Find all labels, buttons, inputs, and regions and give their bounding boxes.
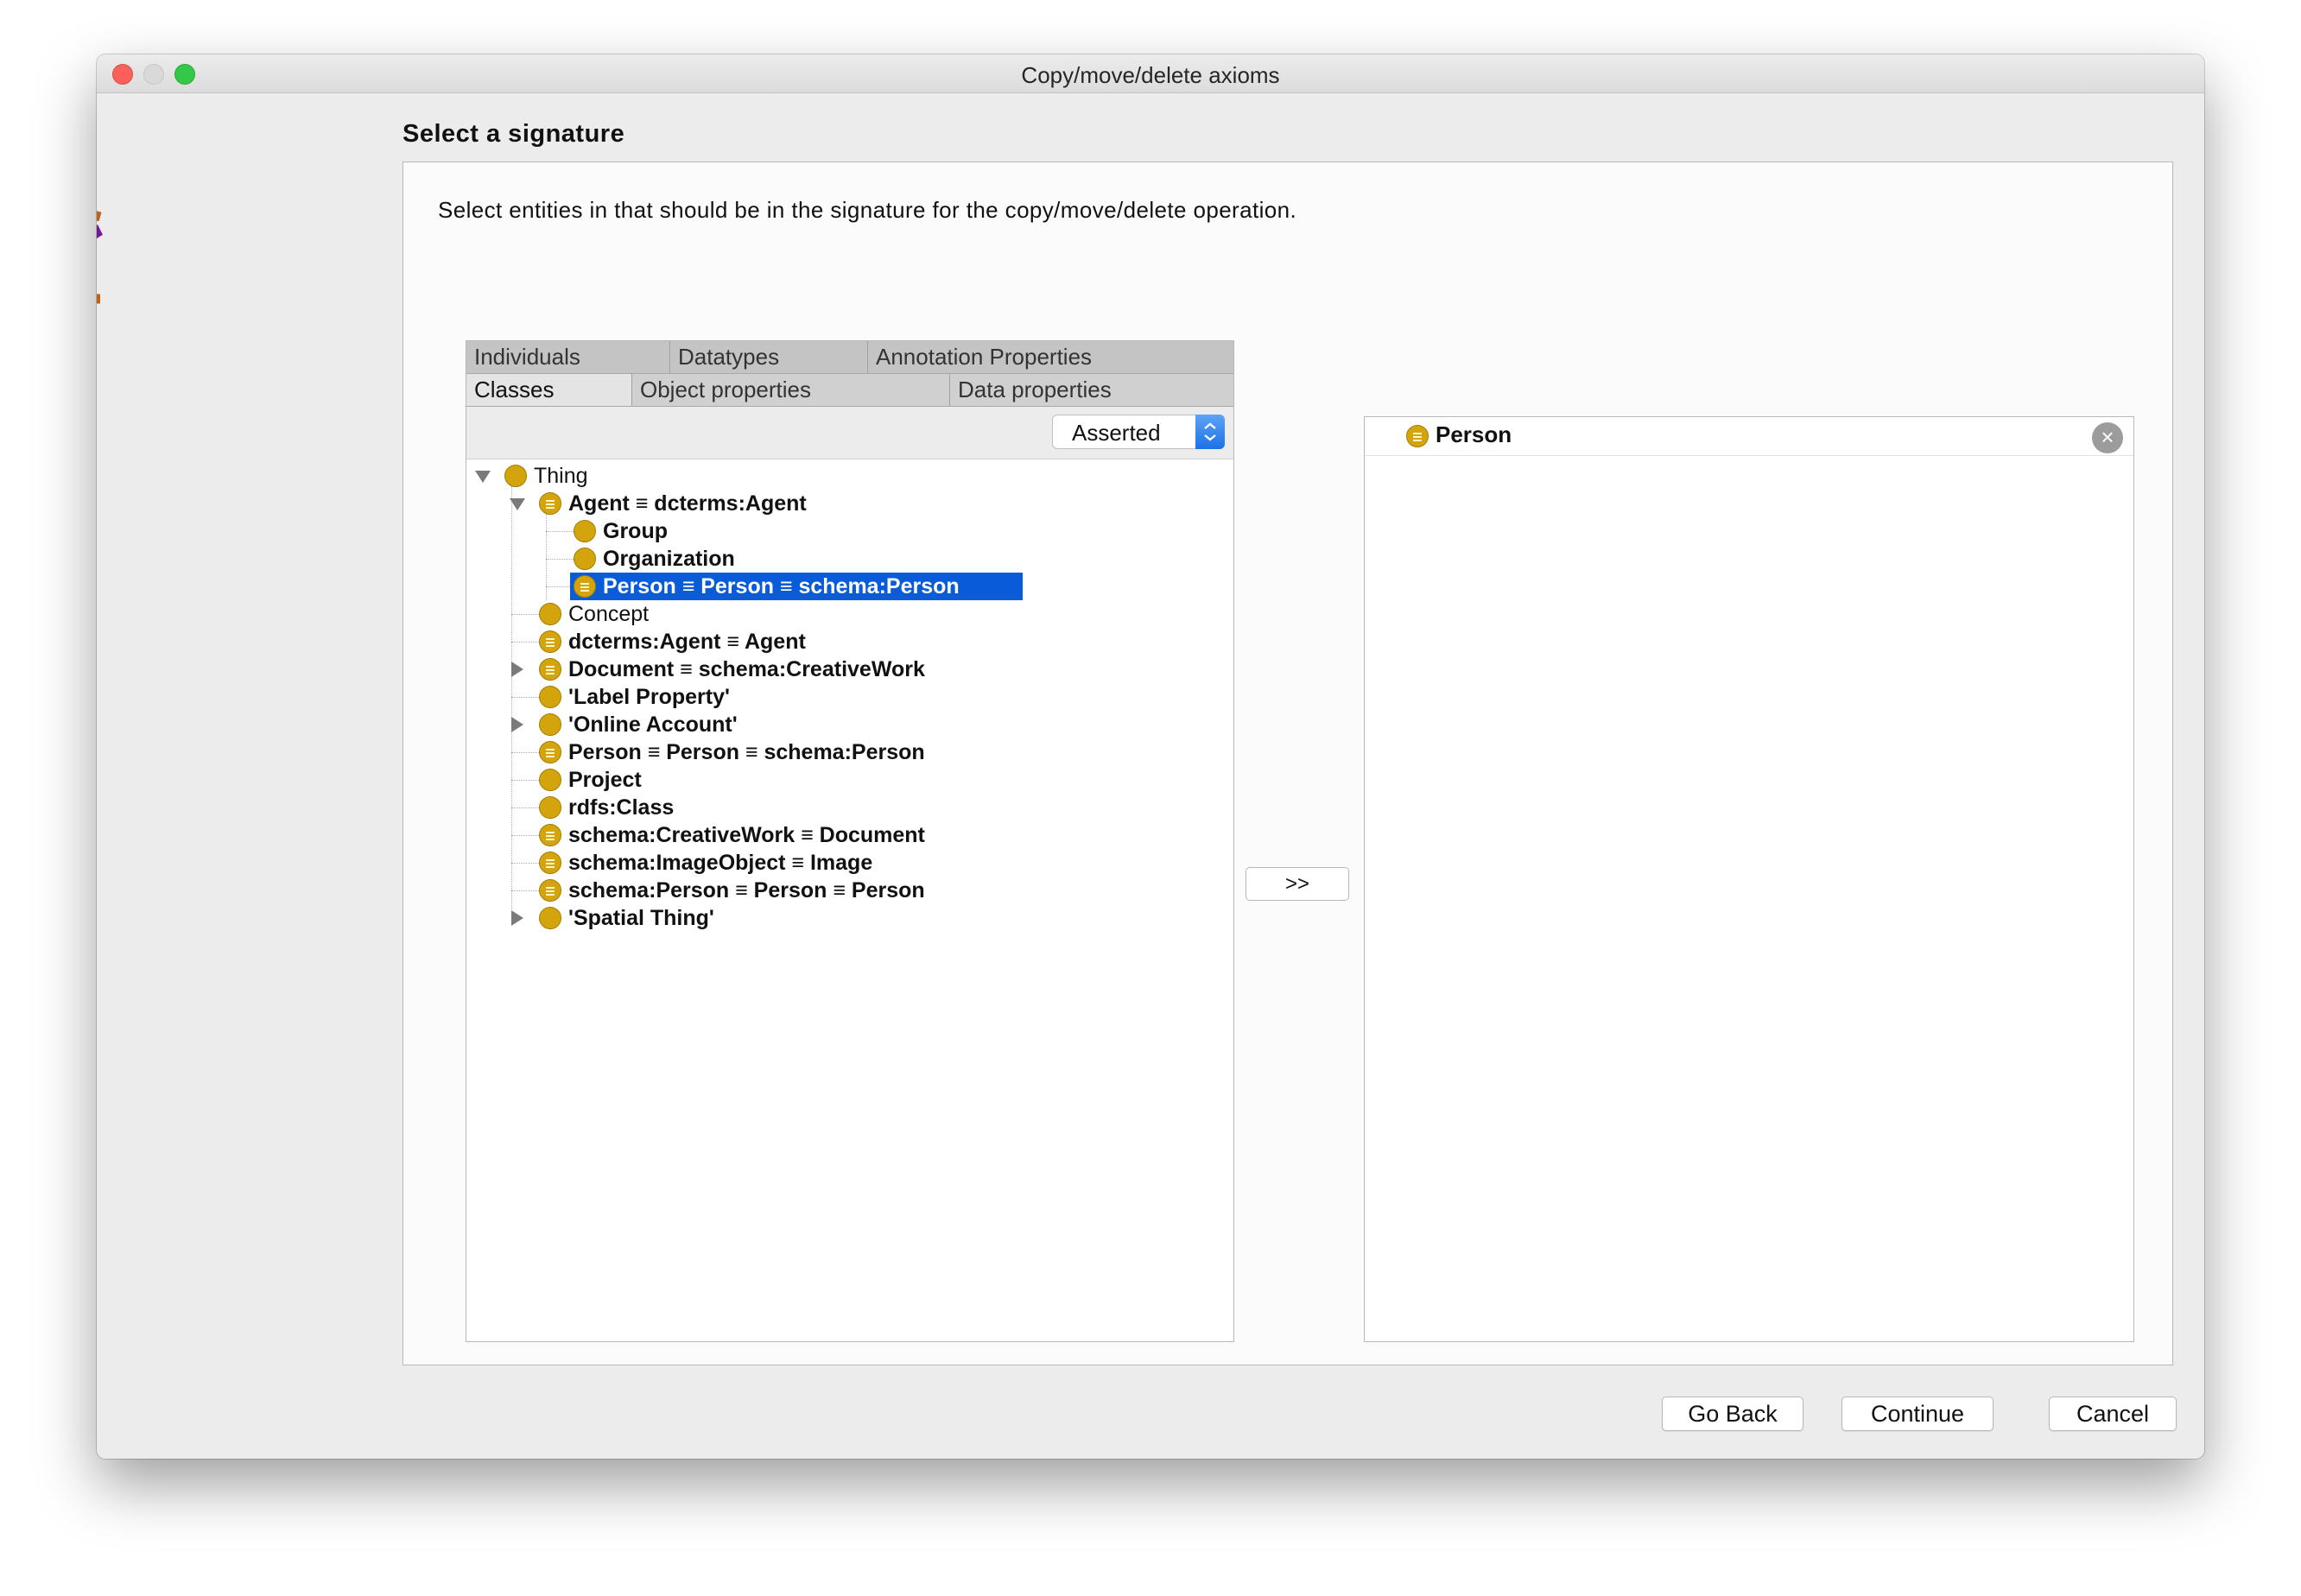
continue-button[interactable]: Continue xyxy=(1841,1396,1994,1431)
equivalent-class-icon xyxy=(539,741,561,763)
instructions-text: Select entities in that should be in the… xyxy=(438,197,1297,223)
class-icon xyxy=(574,520,596,542)
tree-node-online-account[interactable]: 'Online Account' xyxy=(466,711,1233,738)
tree-node-person-selected[interactable]: Person ≡ Person ≡ schema:Person xyxy=(570,573,1023,600)
cancel-button[interactable]: Cancel xyxy=(2049,1396,2177,1431)
dialog-window: Copy/move/delete axioms ge Select a sign… xyxy=(97,54,2204,1459)
tree-node-label: 'Label Property' xyxy=(568,685,730,709)
tab-row-2: Classes Object properties Data propertie… xyxy=(466,374,1233,407)
add-to-signature-button[interactable]: >> xyxy=(1246,867,1349,901)
tab-object-properties[interactable]: Object properties xyxy=(632,374,950,406)
collapsed-triangle-icon[interactable] xyxy=(511,910,523,926)
hierarchy-select-value: Asserted xyxy=(1072,420,1161,446)
remove-icon[interactable]: × xyxy=(2092,422,2123,453)
tree-node-project[interactable]: Project xyxy=(466,766,1233,794)
tree-node-label: schema:Person ≡ Person ≡ Person xyxy=(568,878,925,902)
tree-node-concept[interactable]: Concept xyxy=(466,600,1233,628)
equivalent-class-icon xyxy=(539,630,561,653)
window-title: Copy/move/delete axioms xyxy=(1021,62,1280,88)
tree-node-schema-person[interactable]: schema:Person ≡ Person ≡ Person xyxy=(466,877,1233,904)
equivalent-class-icon xyxy=(539,852,561,874)
collapsed-triangle-icon[interactable] xyxy=(511,717,523,732)
content-panel: Select entities in that should be in the… xyxy=(403,162,2173,1365)
tree-node-dcterms-agent[interactable]: dcterms:Agent ≡ Agent xyxy=(466,628,1233,656)
tree-node-label: Concept xyxy=(568,602,650,626)
protege-logo xyxy=(97,211,104,304)
tree-node-label: 'Spatial Thing' xyxy=(568,906,714,930)
tab-data-properties[interactable]: Data properties xyxy=(950,374,1233,406)
tree-node-label: Group xyxy=(603,519,668,543)
tree-node-person[interactable]: Person ≡ Person ≡ schema:Person xyxy=(466,738,1233,766)
tree-node-label: dcterms:Agent ≡ Agent xyxy=(568,630,806,654)
equivalent-class-icon xyxy=(574,575,596,598)
tree-node-organization[interactable]: Organization xyxy=(466,545,1233,573)
equivalent-class-icon xyxy=(539,492,561,515)
select-arrows-icon xyxy=(1195,415,1225,449)
tree-node-schema-imageobject[interactable]: schema:ImageObject ≡ Image xyxy=(466,849,1233,877)
tree-node-group[interactable]: Group xyxy=(466,517,1233,545)
tree-node-label: Person ≡ Person ≡ schema:Person xyxy=(568,740,925,764)
tab-classes[interactable]: Classes xyxy=(466,374,632,406)
tab-datatypes[interactable]: Datatypes xyxy=(670,341,868,373)
class-icon xyxy=(539,686,561,708)
class-icon xyxy=(574,548,596,570)
tab-individuals[interactable]: Individuals xyxy=(466,341,670,373)
tree-node-label: Document ≡ schema:CreativeWork xyxy=(568,657,925,681)
collapsed-triangle-icon[interactable] xyxy=(511,662,523,677)
signature-list: Person × xyxy=(1364,416,2134,1342)
class-icon xyxy=(504,465,527,487)
tree-node-schema-creativework[interactable]: schema:CreativeWork ≡ Document xyxy=(466,821,1233,849)
signature-item[interactable]: Person × xyxy=(1365,417,2133,456)
tree-node-spatial-thing[interactable]: 'Spatial Thing' xyxy=(466,904,1233,932)
signature-item-label: Person xyxy=(1436,421,1512,447)
tree-node-thing[interactable]: Thing xyxy=(466,462,1233,490)
expanded-triangle-icon[interactable] xyxy=(475,471,491,483)
tree-node-label-property[interactable]: 'Label Property' xyxy=(466,683,1233,711)
hierarchy-select[interactable]: Asserted xyxy=(1052,415,1225,449)
tree-node-label: Agent ≡ dcterms:Agent xyxy=(568,491,807,516)
title-bar[interactable]: Copy/move/delete axioms xyxy=(97,54,2204,93)
entity-browser: Individuals Datatypes Annotation Propert… xyxy=(466,340,1234,1342)
hierarchy-toolbar: Asserted xyxy=(466,407,1233,459)
page-heading: Select a signature xyxy=(403,120,625,148)
tree-node-label: Project xyxy=(568,768,642,792)
tab-annotation-properties[interactable]: Annotation Properties xyxy=(868,341,1233,373)
tree-node-label: rdfs:Class xyxy=(568,795,675,820)
equivalent-class-icon xyxy=(539,658,561,681)
class-icon xyxy=(539,603,561,625)
tree-node-label: Person ≡ Person ≡ schema:Person xyxy=(603,574,960,598)
tree-node-label: schema:CreativeWork ≡ Document xyxy=(568,823,925,847)
equivalent-class-icon xyxy=(1406,425,1429,447)
class-icon xyxy=(539,796,561,819)
expanded-triangle-icon[interactable] xyxy=(510,498,525,510)
tree-node-label: Organization xyxy=(603,547,735,571)
tree-node-agent[interactable]: Agent ≡ dcterms:Agent xyxy=(466,490,1233,517)
tree-node-rdfs-class[interactable]: rdfs:Class xyxy=(466,794,1233,821)
go-back-button[interactable]: Go Back xyxy=(1662,1396,1803,1431)
tree-node-label: 'Online Account' xyxy=(568,712,738,737)
tree-node-label: Thing xyxy=(534,464,588,488)
equivalent-class-icon xyxy=(539,879,561,902)
class-icon xyxy=(539,713,561,736)
class-icon xyxy=(539,907,561,929)
tab-row-1: Individuals Datatypes Annotation Propert… xyxy=(466,341,1233,374)
tree-node-document[interactable]: Document ≡ schema:CreativeWork xyxy=(466,656,1233,683)
equivalent-class-icon xyxy=(539,824,561,846)
tree-node-label: schema:ImageObject ≡ Image xyxy=(568,851,873,875)
class-icon xyxy=(539,769,561,791)
